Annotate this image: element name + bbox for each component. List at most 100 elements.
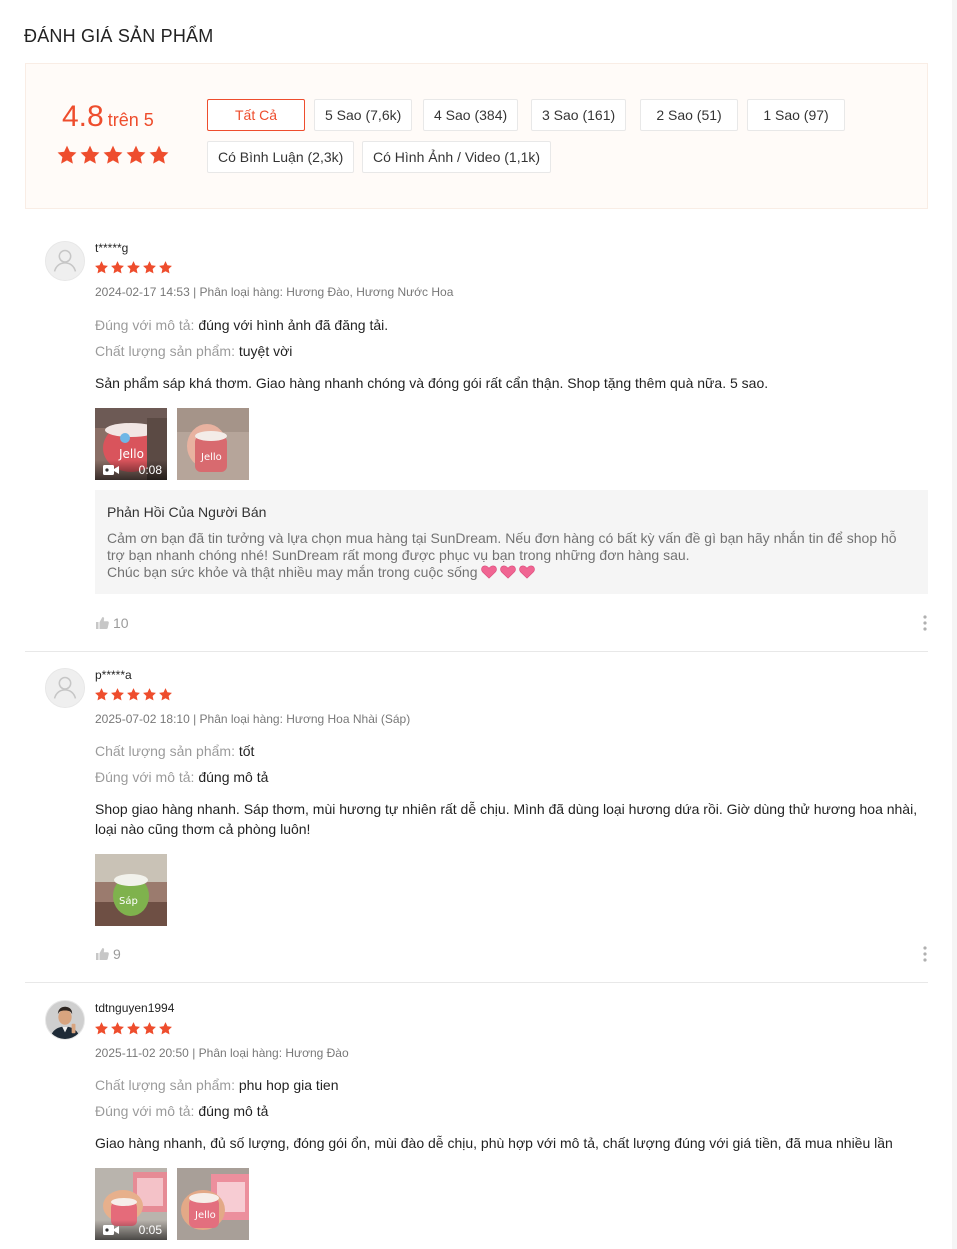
filter-all[interactable]: Tất Cả (207, 99, 305, 131)
star-icon (94, 687, 109, 702)
review-attribute: Đúng với mô tả: đúng mô tả (95, 1103, 268, 1119)
review-image-thumbnail[interactable]: Sáp (95, 854, 167, 926)
star-icon (142, 687, 157, 702)
avatar[interactable] (45, 241, 85, 281)
review-meta: 2024-02-17 14:53 | Phân loại hàng: Hương… (95, 285, 454, 299)
seller-reply-body: Cảm ơn bạn đã tin tưởng và lựa chọn mua … (107, 530, 916, 581)
thumbs-up-icon (95, 616, 109, 630)
video-camera-icon (103, 464, 119, 476)
filter-5-star[interactable]: 5 Sao (7,6k) (314, 99, 413, 131)
star-icon (148, 144, 170, 166)
rating-suffix: trên 5 (107, 110, 154, 130)
product-photo: Jello (177, 408, 249, 480)
user-placeholder-icon (46, 669, 84, 707)
review-attribute: Chất lượng sản phẩm: phu hop gia tien (95, 1077, 339, 1093)
user-photo (46, 1001, 84, 1039)
review-image-thumbnail[interactable]: Jello (177, 408, 249, 480)
pink-heart-icon (500, 565, 516, 579)
attribute-value: tốt (238, 743, 255, 759)
attribute-value: phu hop gia tien (238, 1077, 339, 1093)
review-attribute: Đúng với mô tả: đúng với hình ảnh đã đăn… (95, 317, 388, 333)
page-edge (952, 0, 957, 1249)
seller-reply-line: Cảm ơn bạn đã tin tưởng và lựa chọn mua … (107, 530, 897, 546)
svg-text:Sáp: Sáp (119, 895, 138, 907)
filter-1-star[interactable]: 1 Sao (97) (747, 99, 845, 131)
star-icon (158, 687, 173, 702)
pink-heart-icon (481, 565, 497, 579)
svg-text:Jello: Jello (200, 452, 222, 463)
like-count: 9 (113, 946, 121, 962)
star-icon (126, 687, 141, 702)
filter-2-star[interactable]: 2 Sao (51) (640, 99, 738, 131)
thumbs-up-icon (95, 947, 109, 961)
review-video-thumbnail[interactable]: Jello 0:08 (95, 408, 167, 480)
like-button[interactable]: 10 (95, 615, 129, 631)
product-photo: Sáp (95, 854, 167, 926)
review-stars (94, 260, 173, 275)
star-icon (158, 1021, 173, 1036)
review-meta: 2025-11-02 20:50 | Phân loại hàng: Hương… (95, 1046, 349, 1060)
more-options-button[interactable] (922, 945, 928, 963)
review-item: tdtnguyen1994 2025-11-02 20:50 | Phân lo… (25, 983, 928, 1249)
attribute-key: Chất lượng sản phẩm: (95, 1077, 235, 1093)
star-icon (94, 260, 109, 275)
attribute-value: tuyệt vời (238, 343, 293, 359)
seller-reply-title: Phản Hồi Của Người Bán (107, 504, 267, 520)
star-icon (110, 1021, 125, 1036)
reviews-card: ĐÁNH GIÁ SẢN PHẨM 4.8 trên 5 Tất Cả 5 Sao… (0, 0, 952, 1249)
attribute-key: Đúng với mô tả: (95, 769, 195, 785)
star-icon (125, 144, 147, 166)
svg-text:Jello: Jello (194, 1210, 216, 1221)
review-content: Sản phẩm sáp khá thơm. Giao hàng nhanh c… (95, 375, 769, 391)
filter-with-media[interactable]: Có Hình Ảnh / Video (1,1k) (362, 141, 552, 173)
star-icon (126, 260, 141, 275)
star-icon (110, 260, 125, 275)
review-content: Giao hàng nhanh, đủ số lượng, đóng gói ổ… (95, 1135, 893, 1151)
seller-reply-line-with-emoji: Chúc bạn sức khỏe và thật nhiều may mắn … (107, 564, 916, 581)
more-options-button[interactable] (922, 614, 928, 632)
attribute-key: Chất lượng sản phẩm: (95, 343, 235, 359)
review-item: p*****a 2025-07-02 18:10 | Phân loại hàn… (25, 652, 928, 983)
like-count: 10 (113, 615, 129, 631)
pink-heart-icon (519, 565, 535, 579)
attribute-key: Chất lượng sản phẩm: (95, 743, 235, 759)
review-image-thumbnail[interactable]: Jello (177, 1168, 249, 1240)
more-vertical-icon (922, 945, 928, 963)
video-camera-icon (103, 1224, 119, 1236)
star-icon (142, 260, 157, 275)
rating-overview: 4.8 trên 5 Tất Cả 5 Sao (7,6k) 4 Sao (384… (25, 63, 928, 209)
star-icon (158, 260, 173, 275)
review-attribute: Chất lượng sản phẩm: tuyệt vời (95, 343, 292, 359)
star-icon (102, 144, 124, 166)
product-photo: Jello (177, 1168, 249, 1240)
avatar[interactable] (45, 1000, 85, 1040)
star-icon (56, 144, 78, 166)
filter-3-star[interactable]: 3 Sao (161) (531, 99, 627, 131)
attribute-value: đúng mô tả (198, 1103, 269, 1119)
section-title: ĐÁNH GIÁ SẢN PHẨM (24, 26, 214, 46)
review-content: Shop giao hàng nhanh. Sáp thơm, mùi hươn… (95, 801, 918, 837)
heart-emoji-group (481, 565, 535, 579)
review-video-thumbnail[interactable]: 0:05 (95, 1168, 167, 1240)
attribute-key: Đúng với mô tả: (95, 1103, 195, 1119)
star-icon (110, 687, 125, 702)
filter-with-comment[interactable]: Có Bình Luận (2,3k) (207, 141, 355, 173)
like-button[interactable]: 9 (95, 946, 121, 962)
video-duration: 0:08 (138, 463, 162, 477)
review-username[interactable]: tdtnguyen1994 (95, 1001, 174, 1015)
review-stars (94, 687, 173, 702)
rating-score: 4.8 trên 5 (62, 100, 154, 134)
svg-text:Jello: Jello (118, 447, 144, 461)
review-username[interactable]: p*****a (95, 668, 132, 682)
attribute-value: đúng với hình ảnh đã đăng tải. (198, 317, 389, 333)
overview-stars (56, 144, 170, 166)
review-meta: 2025-07-02 18:10 | Phân loại hàng: Hương… (95, 712, 411, 726)
review-item: t*****g 2024-02-17 14:53 | Phân loại hàn… (25, 209, 928, 652)
attribute-key: Đúng với mô tả: (95, 317, 195, 333)
review-attribute: Chất lượng sản phẩm: tốt (95, 743, 254, 759)
filter-4-star[interactable]: 4 Sao (384) (423, 99, 519, 131)
avatar[interactable] (45, 668, 85, 708)
seller-reply-line: Chúc bạn sức khỏe và thật nhiều may mắn … (107, 564, 478, 580)
star-icon (94, 1021, 109, 1036)
review-username[interactable]: t*****g (95, 241, 128, 255)
